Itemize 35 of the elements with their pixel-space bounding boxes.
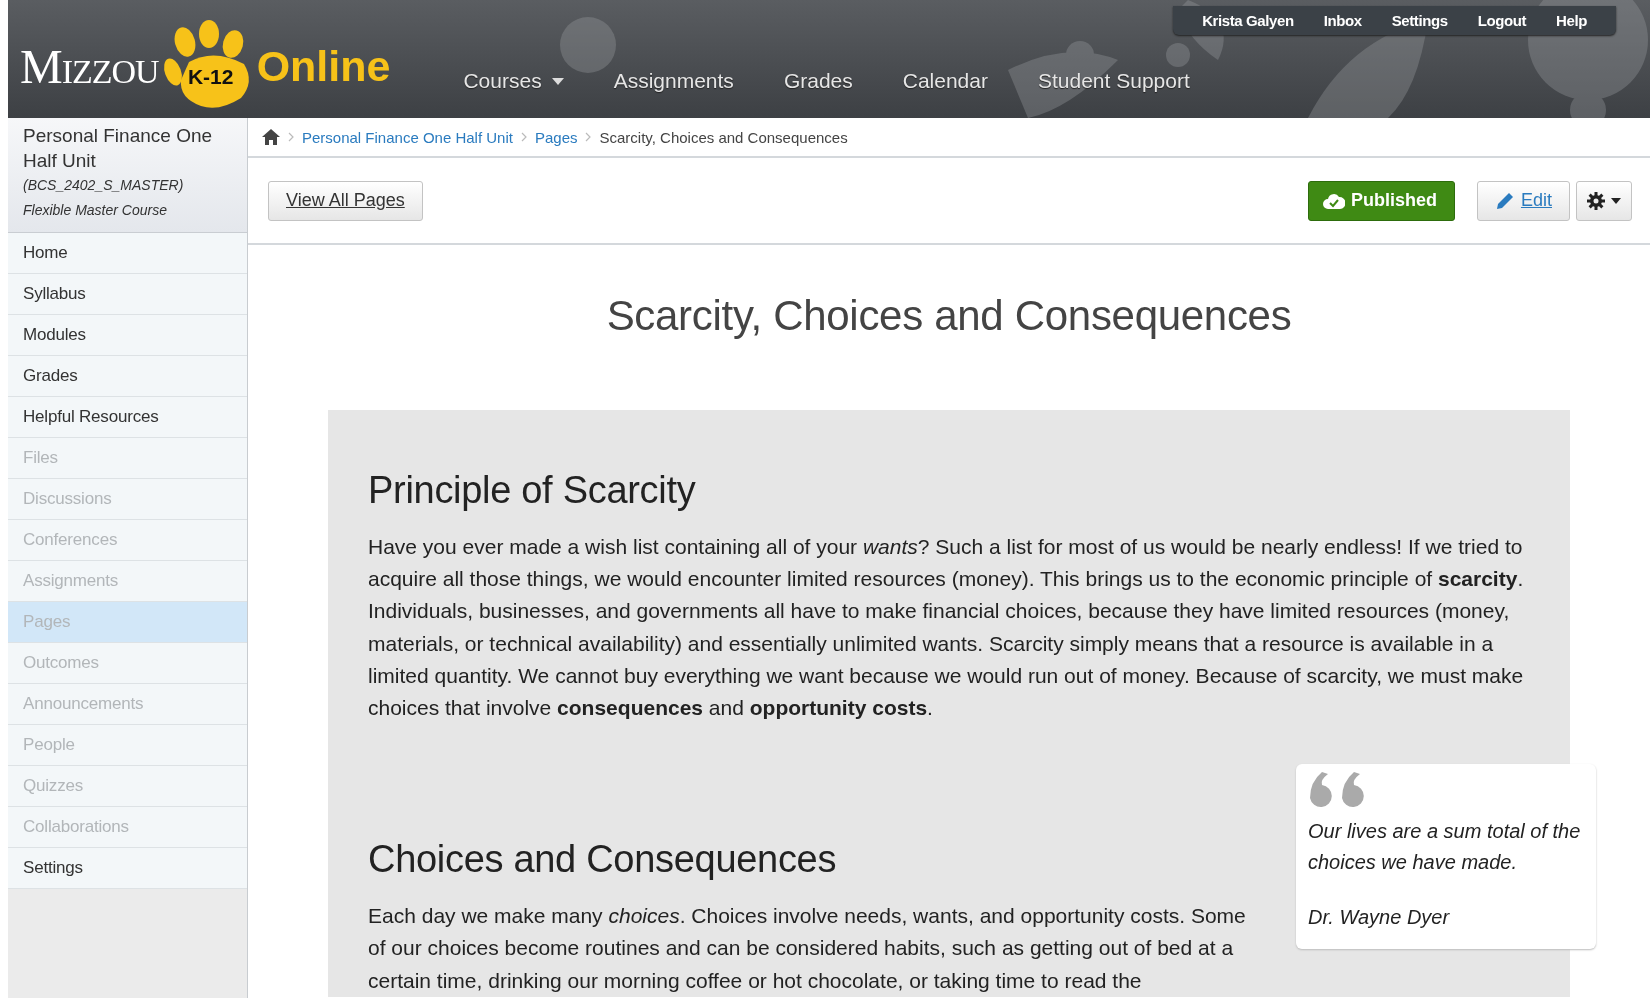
user-menu-link[interactable]: Krista Galyen xyxy=(1187,12,1309,29)
breadcrumb-link[interactable]: Personal Finance One Half Unit xyxy=(302,128,513,146)
course-code: (BCS_2402_S_MASTER) xyxy=(23,176,185,195)
sidebar-item[interactable]: Syllabus xyxy=(8,274,247,315)
nav-link[interactable]: Calendar xyxy=(877,69,1013,93)
sidebar-item[interactable]: Modules xyxy=(8,315,247,356)
logo-label: K-12 xyxy=(187,65,234,89)
user-menu-link[interactable]: Settings xyxy=(1376,12,1463,29)
breadcrumb-link[interactable]: Pages xyxy=(534,128,578,146)
course-subtitle: Flexible Master Course xyxy=(23,201,168,220)
nav-link[interactable]: Grades xyxy=(758,69,878,93)
logo-wordmark: Mizzou xyxy=(20,38,159,94)
page-title: Scarcity, Choices and Consequences xyxy=(605,291,1293,341)
breadcrumb-current: Scarcity, Choices and Consequences xyxy=(599,128,848,146)
user-menu-link[interactable]: Inbox xyxy=(1308,12,1377,29)
logo-text: Online xyxy=(256,41,391,91)
section-heading: Principle of Scarcity xyxy=(368,468,697,513)
paragraph: Have you ever made a wish list containing all of your wants? Such a list for most of us would be nearly endless! If we tried to acquire all those things, we would encounter limited resources (money). This brings us to the economic principle of scarcity. Individuals, businesses, and governments all have to make financial choices, because they have limited resources (money, materials, or technical availability) and essentially unlimited wants. Scarcity simply means that a resource is available in a limited quantity. We cannot buy everything we want because we would run out of money. Because of scarcity, we must make choices that involve consequences and opportunity costs. xyxy=(368,534,1525,721)
section-heading: Choices and Consequences xyxy=(368,837,838,883)
view-all-pages-button[interactable]: View All Pages xyxy=(268,180,423,221)
sidebar-item[interactable]: Grades xyxy=(8,356,247,397)
sidebar-item[interactable]: Home xyxy=(8,233,247,274)
paragraph: Each day we make many choices. Choices involve needs, wants, and opportunity costs. Some of our choices become routines and can be considered habits, such as getting out of bed at a certain time, drinking our morning coffee or hot chocolate, or taking time to read the xyxy=(368,903,1247,994)
nav-link[interactable]: Courses xyxy=(438,69,589,93)
quote-author: Dr. Wayne Dyer xyxy=(1308,906,1451,930)
quote-text: Our lives are a sum total of the choices we have made. xyxy=(1308,819,1582,876)
sidebar-item[interactable]: Settings xyxy=(8,848,247,889)
user-menu-link[interactable]: Help xyxy=(1541,12,1602,29)
edit-button[interactable]: Edit xyxy=(1476,180,1570,221)
nav-link[interactable]: Student Support xyxy=(1013,69,1215,93)
course-name: Personal Finance One Half Unit xyxy=(23,124,214,173)
sidebar-item[interactable]: Helpful Resources xyxy=(8,397,247,438)
published-button[interactable]: Published xyxy=(1307,180,1455,221)
nav-link[interactable]: Assignments xyxy=(588,69,759,93)
user-menu-link[interactable]: Logout xyxy=(1462,12,1542,29)
